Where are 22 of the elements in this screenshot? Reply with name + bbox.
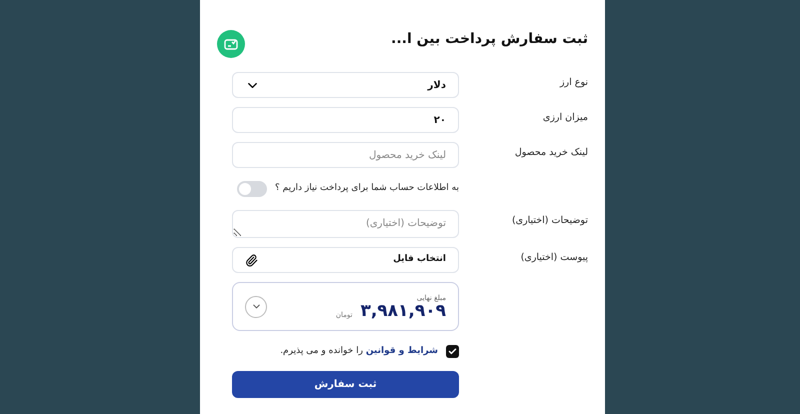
terms-checkbox[interactable]	[446, 345, 459, 358]
toggle-switch[interactable]	[237, 181, 268, 197]
check-icon	[448, 347, 457, 356]
field-label: لینک خرید محصول	[514, 146, 588, 160]
field-label: میزان ارزی	[542, 111, 588, 125]
field-label: پیوست (اختیاری)	[520, 251, 588, 265]
toggle-label: به اطلاعات حساب شما برای پرداخت نیاز داریم ؟	[275, 182, 459, 196]
expand-button[interactable]	[245, 296, 267, 318]
input-field[interactable]: ۲۰	[232, 107, 459, 133]
submit-button[interactable]: ثبت سفارش	[232, 370, 459, 398]
description-field[interactable]: توضیحات (اختیاری)	[232, 210, 459, 238]
paperclip-icon	[245, 254, 258, 266]
currency-select[interactable]: دلار	[232, 72, 459, 98]
form-title: ثبت سفارش پرداخت بین ا...	[391, 30, 588, 48]
field-label: توضیحات (اختیاری)	[510, 214, 588, 228]
field-label: نوع ارز	[558, 76, 588, 90]
receipt-icon	[217, 30, 245, 58]
terms-sentence: شرایط و قوانین را خوانده و می پذیرم.	[280, 345, 438, 358]
file-picker[interactable]: انتخاب فایل	[232, 247, 459, 273]
input-field[interactable]: لینک خرید محصول	[232, 142, 459, 168]
terms-link[interactable]: شرایط و قوانین	[366, 346, 438, 356]
total-amount: ۳,۹۸۱,۹۰۹	[360, 303, 446, 320]
